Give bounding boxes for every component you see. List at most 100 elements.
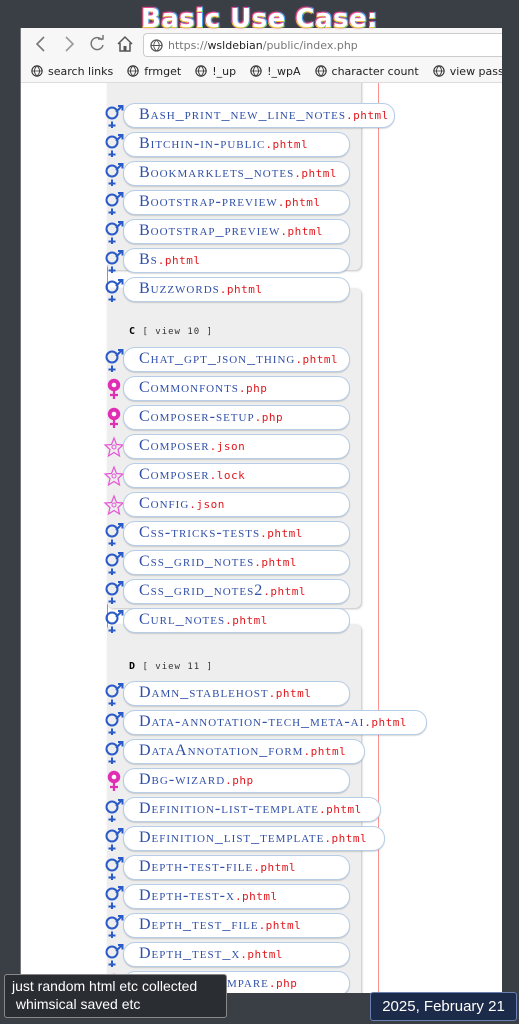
file-basename: Composer bbox=[139, 466, 210, 483]
file-row[interactable]: Curl_notes.phtml bbox=[103, 608, 502, 633]
file-name[interactable]: Css_grid_notes2.phtml bbox=[139, 582, 306, 600]
file-name[interactable]: Curl_notes.phtml bbox=[139, 611, 268, 629]
male-female-icon bbox=[103, 739, 125, 764]
file-name[interactable]: Css_grid_notes.phtml bbox=[139, 553, 297, 571]
reload-icon[interactable] bbox=[83, 30, 111, 58]
file-basename: Data-annotation-tech_meta-ai bbox=[139, 713, 365, 730]
file-row[interactable]: Definition-list-template.phtml bbox=[103, 797, 502, 822]
section-header-c[interactable]: C [ view 10 ] bbox=[129, 326, 213, 337]
file-row[interactable]: Depth-test-x.phtml bbox=[103, 884, 502, 909]
file-name[interactable]: Depth_test_file.phtml bbox=[139, 916, 301, 934]
file-extension: .lock bbox=[209, 469, 246, 482]
file-extension: .php bbox=[225, 774, 254, 787]
file-basename: Composer-setup bbox=[139, 408, 255, 425]
file-extension: .phtml bbox=[240, 948, 284, 961]
home-icon[interactable] bbox=[111, 30, 139, 58]
male-female-icon bbox=[103, 132, 125, 157]
file-name[interactable]: Data-annotation-tech_meta-ai.phtml bbox=[139, 713, 407, 731]
male-female-icon bbox=[103, 797, 125, 822]
bookmark-frmget[interactable]: frmget bbox=[127, 65, 181, 78]
file-row[interactable]: Bootstrap_preview.phtml bbox=[103, 219, 502, 244]
file-row[interactable]: Chat_gpt_json_thing.phtml bbox=[103, 347, 502, 372]
address-bar[interactable]: https://wsldebian/public/index.php bbox=[143, 33, 502, 57]
file-name[interactable]: Depth_test_x.phtml bbox=[139, 945, 283, 963]
file-name[interactable]: Config.json bbox=[139, 495, 225, 513]
file-row[interactable]: Composer-setup.php bbox=[103, 405, 502, 430]
bookmark-search-links[interactable]: search links bbox=[31, 65, 113, 78]
section-header-d[interactable]: D [ view 11 ] bbox=[129, 661, 213, 672]
file-row[interactable]: Depth_test_x.phtml bbox=[103, 942, 502, 967]
file-row[interactable]: Composer.json bbox=[103, 434, 502, 459]
file-name[interactable]: Buzzwords.phtml bbox=[139, 280, 263, 298]
file-extension: .phtml bbox=[225, 614, 268, 627]
file-name[interactable]: Bootstrap-preview.phtml bbox=[139, 193, 320, 211]
bookmark-label: view password bbox=[449, 64, 502, 78]
file-name[interactable]: Definition-list-template.phtml bbox=[139, 800, 362, 818]
male-female-icon bbox=[103, 521, 125, 546]
file-name[interactable]: Bs.phtml bbox=[139, 251, 201, 269]
male-female-icon bbox=[103, 579, 125, 604]
file-extension: .phtml bbox=[234, 890, 278, 903]
file-row[interactable]: Bs.phtml bbox=[103, 248, 502, 273]
file-basename: Css_grid_notes2 bbox=[139, 582, 264, 599]
file-extension: .phtml bbox=[346, 109, 389, 122]
file-row[interactable]: Commonfonts.php bbox=[103, 376, 502, 401]
file-extension: .phtml bbox=[303, 745, 347, 758]
file-name[interactable]: Dbg-wizard.php bbox=[139, 771, 254, 789]
file-row[interactable]: Css-tricks-tests.phtml bbox=[103, 521, 502, 546]
file-name[interactable]: Commonfonts.php bbox=[139, 379, 267, 397]
bookmark-wpa[interactable]: !_wpA bbox=[250, 65, 301, 78]
forward-icon[interactable] bbox=[55, 30, 83, 58]
file-extension: .phtml bbox=[268, 687, 312, 700]
file-basename: DataAnnotation_form bbox=[139, 742, 304, 759]
male-female-icon bbox=[103, 608, 125, 633]
file-row[interactable]: Damn_stablehost.phtml bbox=[103, 681, 502, 706]
file-name[interactable]: Definition_list_template.phtml bbox=[139, 829, 367, 847]
file-row[interactable]: Dbg-wizard.php bbox=[103, 768, 502, 793]
file-row[interactable]: Config.json bbox=[103, 492, 502, 517]
globe-icon bbox=[250, 65, 262, 77]
file-row[interactable]: Css_grid_notes2.phtml bbox=[103, 579, 502, 604]
file-name[interactable]: Depth-test-file.phtml bbox=[139, 858, 296, 876]
bookmark-up[interactable]: !_up bbox=[195, 65, 236, 78]
file-basename: Bs bbox=[139, 251, 158, 268]
file-row[interactable]: Definition_list_template.phtml bbox=[103, 826, 502, 851]
file-row[interactable]: Bootstrap-preview.phtml bbox=[103, 190, 502, 215]
bookmark-label: frmget bbox=[144, 64, 182, 78]
globe-icon bbox=[433, 65, 445, 77]
file-row[interactable]: Bash_print_new_line_notes.phtml bbox=[103, 103, 502, 128]
file-basename: Depth_test_file bbox=[139, 916, 259, 933]
male-female-icon bbox=[103, 161, 125, 186]
bookmark-character-count[interactable]: character count bbox=[314, 65, 419, 78]
file-name[interactable]: Bootstrap_preview.phtml bbox=[139, 222, 323, 240]
file-name[interactable]: Bash_print_new_line_notes.phtml bbox=[139, 106, 389, 124]
star-icon bbox=[103, 434, 125, 459]
file-name[interactable]: Composer.json bbox=[139, 437, 245, 455]
file-name[interactable]: Composer.lock bbox=[139, 466, 245, 484]
file-row[interactable]: Data-annotation-tech_meta-ai.phtml bbox=[103, 710, 502, 735]
file-name[interactable]: Bookmarklets_notes.phtml bbox=[139, 164, 337, 182]
file-row[interactable]: Depth-test-file.phtml bbox=[103, 855, 502, 880]
back-icon[interactable] bbox=[27, 30, 55, 58]
file-name[interactable]: Bitchin-in-public.phtml bbox=[139, 135, 308, 153]
file-name[interactable]: Composer-setup.php bbox=[139, 408, 283, 426]
file-row[interactable]: Depth_test_file.phtml bbox=[103, 913, 502, 938]
star-icon bbox=[103, 463, 125, 488]
file-name[interactable]: Chat_gpt_json_thing.phtml bbox=[139, 350, 338, 368]
file-name[interactable]: Css-tricks-tests.phtml bbox=[139, 524, 303, 542]
file-row[interactable]: Css_grid_notes.phtml bbox=[103, 550, 502, 575]
file-basename: Curl_notes bbox=[139, 611, 226, 628]
file-name[interactable]: DataAnnotation_form.phtml bbox=[139, 742, 346, 760]
file-row[interactable]: Bitchin-in-public.phtml bbox=[103, 132, 502, 157]
file-basename: Css_grid_notes bbox=[139, 553, 255, 570]
file-name[interactable]: Damn_stablehost.phtml bbox=[139, 684, 311, 702]
file-row[interactable]: Buzzwords.phtml bbox=[103, 277, 502, 302]
file-name[interactable]: Depth-test-x.phtml bbox=[139, 887, 278, 905]
male-female-icon bbox=[103, 855, 125, 880]
file-row[interactable]: Composer.lock bbox=[103, 463, 502, 488]
file-row[interactable]: DataAnnotation_form.phtml bbox=[103, 739, 502, 764]
file-row[interactable]: Bookmarklets_notes.phtml bbox=[103, 161, 502, 186]
caption-note: just random html etc collected whimsical… bbox=[4, 974, 227, 1018]
bookmark-view-password[interactable]: view password bbox=[433, 65, 502, 78]
male-female-icon bbox=[103, 710, 125, 735]
